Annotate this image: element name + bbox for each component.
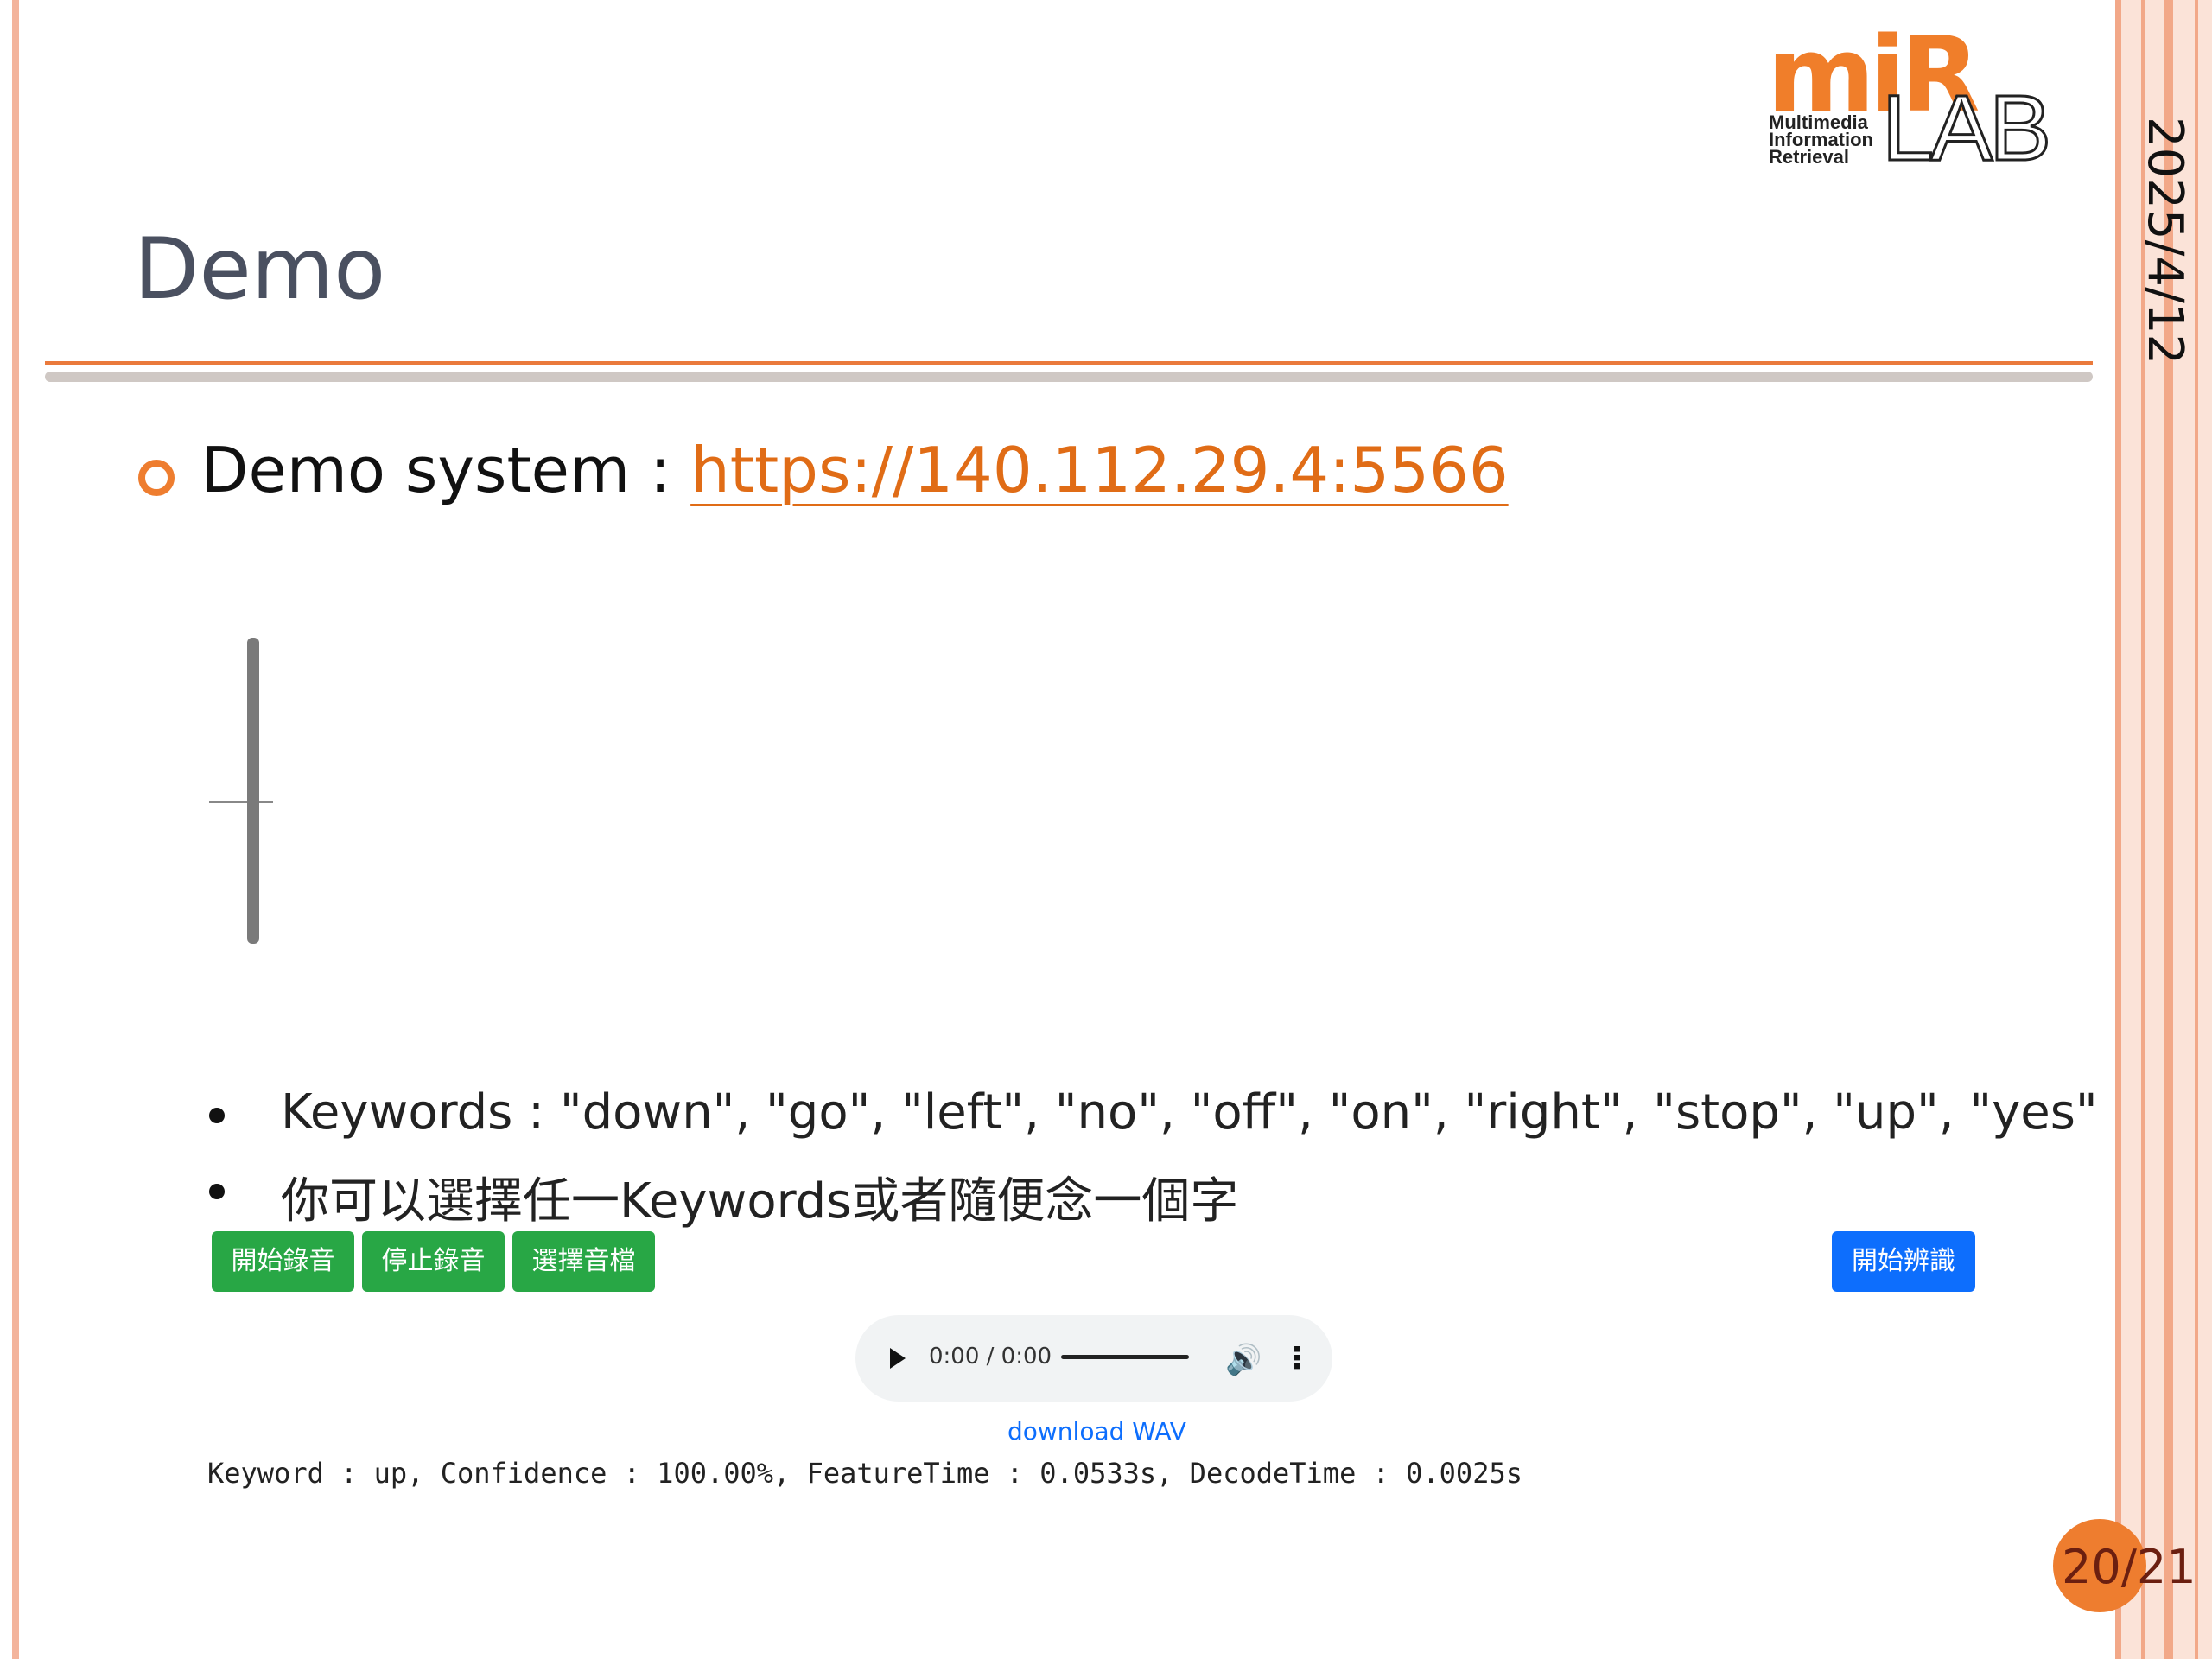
audio-progress-bar[interactable] (1061, 1355, 1189, 1359)
recognition-result: Keyword : up, Confidence : 100.00%, Feat… (207, 1457, 1522, 1490)
slide-right-line (2195, 0, 2198, 1659)
play-icon[interactable] (890, 1348, 906, 1369)
title-rule (45, 361, 2093, 365)
demo-system-line: Demo system : https://140.112.29.4:5566 (200, 434, 1509, 506)
start-recording-button[interactable]: 開始錄音 (212, 1231, 354, 1292)
audio-time: 0:00 / 0:00 (929, 1344, 1052, 1370)
waveform-axis (209, 801, 273, 803)
slide-right-line (2115, 0, 2121, 1659)
slide-title: Demo (134, 220, 386, 319)
page-number: 20/21 (2062, 1540, 2196, 1594)
volume-icon[interactable]: 🔊 (1225, 1343, 1262, 1377)
start-recognition-button[interactable]: 開始辨識 (1832, 1231, 1975, 1292)
logo-subtitle-line: Retrieval (1769, 146, 1849, 168)
list-bullet-icon (209, 1184, 225, 1199)
more-options-icon[interactable]: ⋮ (1282, 1341, 1312, 1376)
demo-system-link[interactable]: https://140.112.29.4:5566 (690, 434, 1509, 506)
choose-audio-file-button[interactable]: 選擇音檔 (512, 1231, 655, 1292)
bullet-ring-icon (138, 460, 175, 496)
logo-lab-text: LAB (1880, 75, 2052, 180)
keywords-note: Keywords : "down", "go", "left", "no", "… (281, 1084, 2098, 1141)
instruction-note: 你可以選擇任一Keywords或者隨便念一個字 (281, 1173, 1239, 1230)
slide-left-border (12, 0, 19, 1659)
waveform-signal (247, 638, 259, 944)
title-rule-shadow (45, 372, 2093, 382)
slide-date: 2025/4/12 (2137, 117, 2193, 365)
logo-subtitle: Multimedia Information Retrieval (1769, 113, 1873, 168)
stop-recording-button[interactable]: 停止錄音 (362, 1231, 505, 1292)
download-wav-link[interactable]: download WAV (1007, 1417, 1186, 1446)
demo-system-label: Demo system : (200, 434, 691, 506)
list-bullet-icon (209, 1108, 225, 1123)
